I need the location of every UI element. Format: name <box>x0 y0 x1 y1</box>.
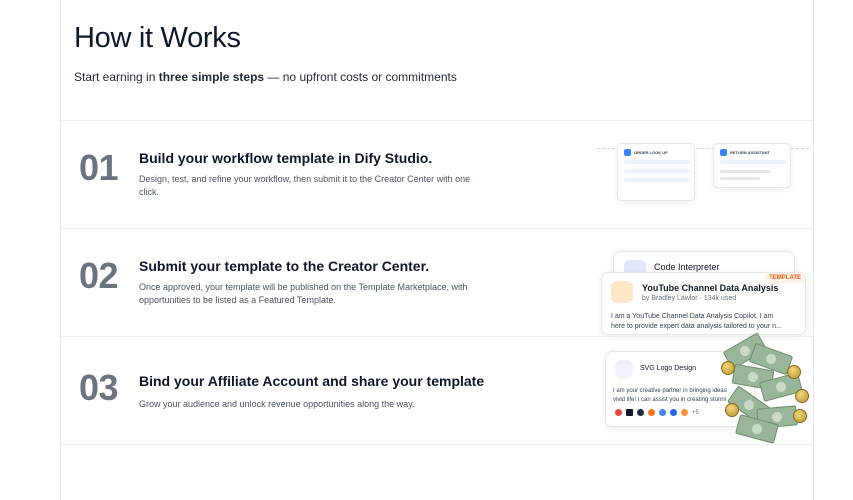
tool-icons: +5 <box>615 409 699 416</box>
workflow-node-card: RETURN ASSISTANT <box>713 143 791 188</box>
tool-icon <box>615 409 622 416</box>
section-title: How it Works <box>74 22 241 54</box>
youtube-analysis-icon <box>611 281 633 303</box>
node-icon <box>720 149 727 156</box>
node-icon <box>624 149 631 156</box>
step-3: 03 Bind your Affiliate Account and share… <box>61 332 813 445</box>
step-title: Submit your template to the Creator Cent… <box>139 258 430 274</box>
divider <box>61 444 813 445</box>
step-number: 02 <box>79 255 119 296</box>
step-title: Build your workflow template in Dify Stu… <box>139 150 433 166</box>
section-subtitle: Start earning in three simple steps — no… <box>74 70 457 84</box>
step-title: Bind your Affiliate Account and share yo… <box>139 373 485 389</box>
tool-icon <box>648 409 655 416</box>
template-card-front[interactable]: TEMPLATE YouTube Channel Data Analysis b… <box>601 272 806 335</box>
svg-logo-icon <box>615 360 633 378</box>
step-description: Grow your audience and unlock revenue op… <box>139 399 415 409</box>
step-description: Once approved, your template will be pub… <box>139 282 468 305</box>
step-number: 03 <box>79 367 119 408</box>
workflow-node-card: ORDER LOOK UP <box>617 143 695 201</box>
tool-icon <box>681 409 688 416</box>
step-2: 02 Submit your template to the Creator C… <box>61 229 813 337</box>
step-1: 01 Build your workflow template in Dify … <box>61 121 813 229</box>
template-badge: TEMPLATE <box>765 273 805 283</box>
notion-icon <box>626 409 633 416</box>
step-number: 01 <box>79 147 119 188</box>
tool-icon <box>670 409 677 416</box>
google-icon <box>659 409 666 416</box>
step-description: Design, test, and refine your workflow, … <box>139 174 471 197</box>
github-icon <box>637 409 644 416</box>
how-it-works-section: How it Works Start earning in three simp… <box>60 0 814 500</box>
